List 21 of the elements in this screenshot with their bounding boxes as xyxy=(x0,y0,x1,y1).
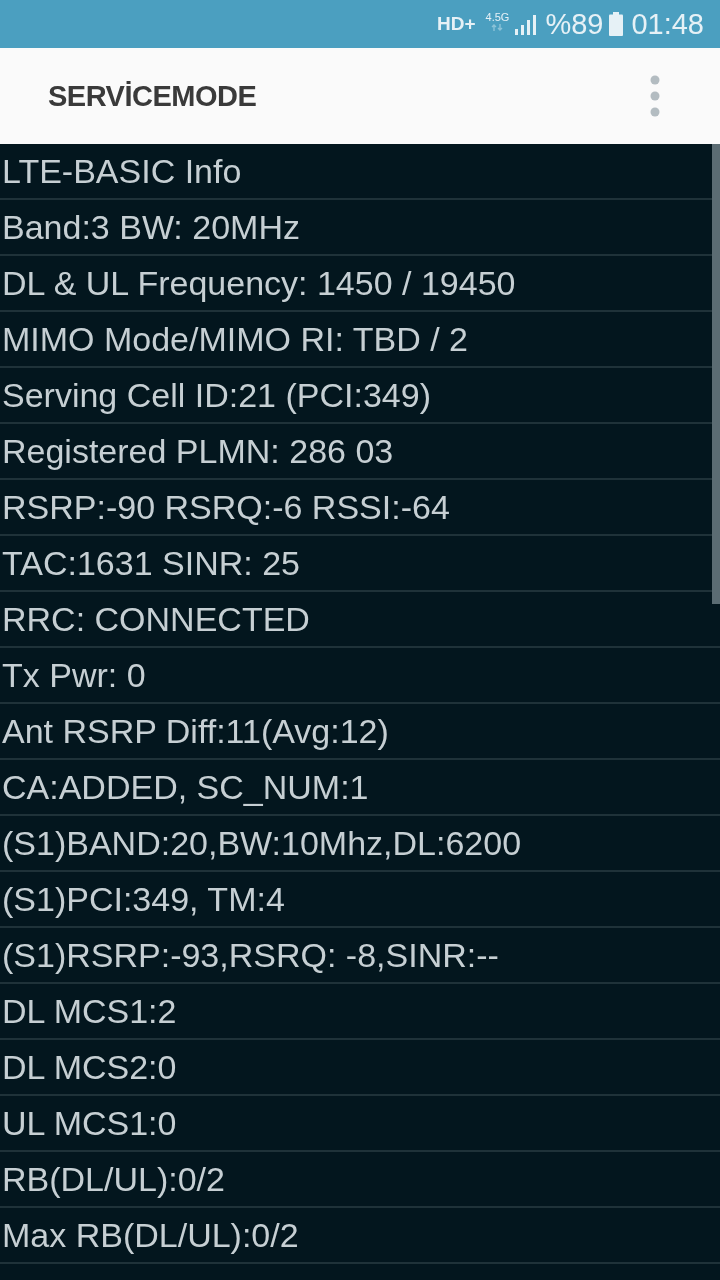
info-row: CA:ADDED, SC_NUM:1 xyxy=(0,760,720,816)
data-arrows-icon xyxy=(491,24,504,31)
data-type-label: 4.5G xyxy=(485,11,510,23)
info-row: RRC: CONNECTED xyxy=(0,592,720,648)
info-row: Ant RSRP Diff:11(Avg:12) xyxy=(0,704,720,760)
more-options-icon[interactable] xyxy=(650,75,660,117)
network-label: HD+ xyxy=(436,13,476,35)
app-title: SERVİCEMODE xyxy=(48,79,257,113)
clock: 01:48 xyxy=(631,7,704,41)
battery-icon xyxy=(609,12,624,36)
info-row: (S1)BAND:20,BW:10Mhz,DL:6200 xyxy=(0,816,720,872)
info-row: DL MCS1:2 xyxy=(0,984,720,1040)
info-row: Tx Pwr: 0 xyxy=(0,648,720,704)
battery-label: %89 xyxy=(545,7,604,41)
info-row: UL MCS1:0 xyxy=(0,1096,720,1152)
info-row: (S1)RSRP:-93,RSRQ: -8,SINR:-- xyxy=(0,928,720,984)
info-row: (S1)PCI:349, TM:4 xyxy=(0,872,720,928)
info-row: Max RB(DL/UL):0/2 xyxy=(0,1208,720,1264)
info-row: DL MCS2:0 xyxy=(0,1040,720,1096)
signal-icon xyxy=(515,15,538,35)
info-row: RB(DL/UL):0/2 xyxy=(0,1152,720,1208)
